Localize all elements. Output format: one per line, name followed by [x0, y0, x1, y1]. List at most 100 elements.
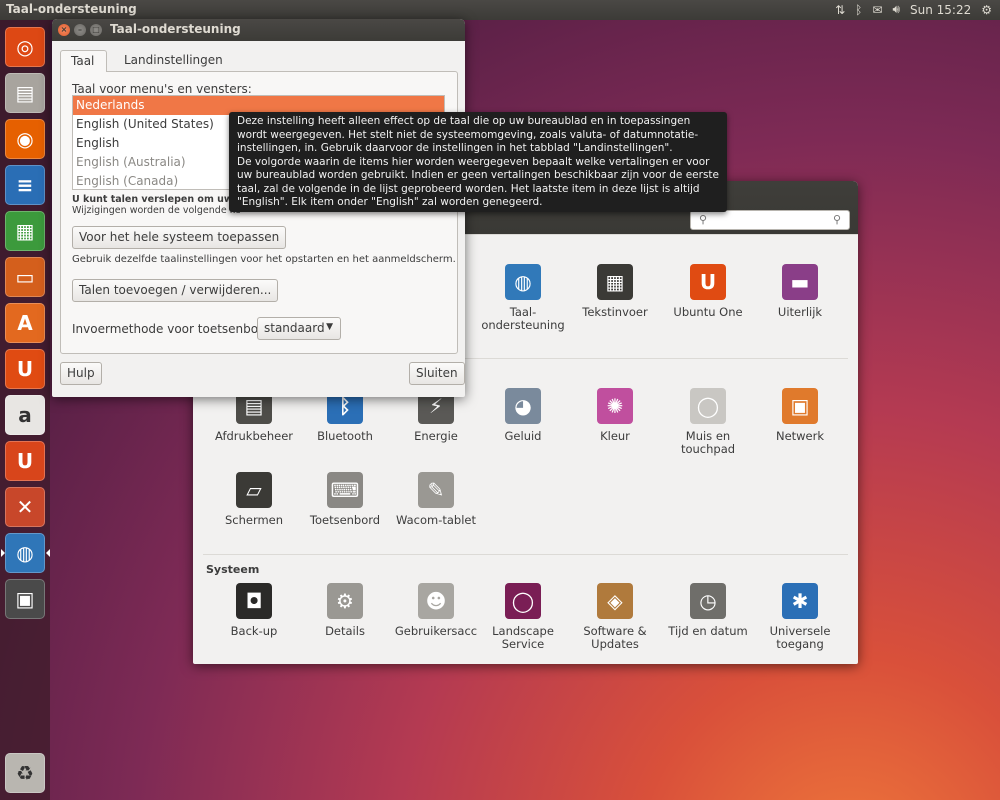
window-titlebar[interactable]: × – □ Taal-ondersteuning [52, 19, 465, 41]
settings-item-universele[interactable]: ✱ Universele toegang [755, 583, 845, 651]
bluetooth-icon[interactable]: ᛒ [855, 3, 862, 17]
settings-item-wacom[interactable]: ✎ Wacom-tablet [391, 472, 481, 527]
ubuntu-one-music-icon[interactable]: U [5, 441, 45, 481]
settings-item-landscape[interactable]: ◯ Landscape Service [478, 583, 568, 651]
impress-icon[interactable]: ▭ [5, 257, 45, 297]
settings-item-ubuntu-one[interactable]: U Ubuntu One [663, 264, 753, 319]
settings-item-label: Afdrukbeheer [214, 429, 294, 443]
clock[interactable]: Sun 15:22 [910, 3, 971, 17]
language-support-icon[interactable]: ◍ [5, 533, 45, 573]
focused-indicator [46, 549, 50, 557]
dash-home-icon[interactable]: ◎ [5, 27, 45, 67]
amazon-icon[interactable]: a [5, 395, 45, 435]
settings-item-label: Geluid [504, 429, 542, 443]
settings-item-label: Energie [414, 429, 458, 443]
settings-item-details[interactable]: ⚙ Details [300, 583, 390, 638]
settings-item-label: Kleur [600, 429, 630, 443]
settings-search-input[interactable]: ⚲ ⚲ [690, 210, 850, 230]
settings-item-label: Back-up [230, 624, 278, 638]
tab-taal[interactable]: Taal [60, 50, 107, 72]
taal-ondersteuning-icon: ◍ [505, 264, 541, 300]
drag-hint: U kunt talen verslepen om uw voor [72, 194, 232, 205]
window-close-button[interactable]: × [58, 24, 70, 36]
system-settings-icon[interactable]: ✕ [5, 487, 45, 527]
firefox-icon[interactable]: ◉ [5, 119, 45, 159]
netwerk-icon: ▣ [782, 388, 818, 424]
tekstinvoer-icon: ▦ [597, 264, 633, 300]
language-order-tooltip: Deze instelling heeft alleen effect op d… [229, 112, 727, 212]
window-title: Taal-ondersteuning [110, 22, 241, 36]
settings-item-label: Ubuntu One [673, 305, 743, 319]
schermen-icon: ▱ [236, 472, 272, 508]
add-remove-languages-button[interactable]: Talen toevoegen / verwijderen... [72, 279, 279, 302]
kleur-icon: ✺ [597, 388, 633, 424]
settings-item-label: Tekstinvoer [582, 305, 648, 319]
settings-item-label: Uiterlijk [777, 305, 823, 319]
settings-item-tekstinvoer[interactable]: ▦ Tekstinvoer [570, 264, 660, 319]
volume-icon[interactable]: 🔊︎ [892, 2, 900, 17]
section-title-systeem: Systeem [206, 563, 260, 576]
settings-item-label: Toetsenbord [309, 513, 381, 527]
search-icon[interactable]: ⚲ [833, 213, 841, 226]
software-center-icon[interactable]: A [5, 303, 45, 343]
search-icon: ⚲ [699, 213, 708, 226]
indicator-area: ⇅ ᛒ ✉ 🔊︎ Sun 15:22 ⚙ [835, 2, 992, 17]
settings-item-tijd[interactable]: ◷ Tijd en datum [663, 583, 753, 638]
details-icon: ⚙ [327, 583, 363, 619]
mail-icon[interactable]: ✉ [872, 3, 882, 17]
settings-item-geluid[interactable]: ◕ Geluid [478, 388, 568, 443]
top-panel: Taal-ondersteuning ⇅ ᛒ ✉ 🔊︎ Sun 15:22 ⚙ [0, 0, 1000, 20]
running-indicator [1, 549, 5, 557]
settings-item-label: Universele toegang [769, 624, 831, 651]
input-method-select[interactable]: standaard ▼ [257, 317, 341, 340]
backup-icon[interactable]: ▣ [5, 579, 45, 619]
settings-item-label: Gebruikersacc [394, 624, 478, 638]
settings-item-label: Bluetooth [317, 429, 373, 443]
window-minimize-button[interactable]: – [74, 24, 86, 36]
network-arrows-icon[interactable]: ⇅ [835, 3, 845, 17]
settings-item-software-updates[interactable]: ◈ Software & Updates [570, 583, 660, 651]
geluid-icon: ◕ [505, 388, 541, 424]
section-divider [203, 554, 848, 555]
settings-item-muis[interactable]: ◯ Muis en touchpad [663, 388, 753, 456]
help-button[interactable]: Hulp [60, 362, 102, 385]
toetsenbord-icon: ⌨ [327, 472, 363, 508]
window-maximize-button[interactable]: □ [90, 24, 102, 36]
launcher: ◎ ▤ ◉ ≡ ▦ ▭ A Ua U ✕ ◍ ▣ ♻ [0, 20, 50, 800]
muis-icon: ◯ [690, 388, 726, 424]
settings-item-back-up[interactable]: ◘ Back-up [209, 583, 299, 638]
settings-item-label: Netwerk [775, 429, 825, 443]
settings-item-toetsenbord[interactable]: ⌨ Toetsenbord [300, 472, 390, 527]
settings-item-taal-ondersteuning[interactable]: ◍ Taal- ondersteuning [478, 264, 568, 332]
settings-item-schermen[interactable]: ▱ Schermen [209, 472, 299, 527]
settings-item-label: Details [325, 624, 365, 638]
ubuntu-one-icon: U [690, 264, 726, 300]
uiterlijk-icon: ▬ [782, 264, 818, 300]
calc-icon[interactable]: ▦ [5, 211, 45, 251]
files-icon[interactable]: ▤ [5, 73, 45, 113]
trash-icon[interactable]: ♻ [5, 753, 45, 793]
power-icon[interactable]: ⚙ [981, 3, 992, 17]
tooltip-paragraph-1: Deze instelling heeft alleen effect op d… [237, 115, 699, 154]
input-method-label: Invoermethode voor toetsenbord: [72, 322, 275, 336]
settings-item-netwerk[interactable]: ▣ Netwerk [755, 388, 845, 443]
chevron-down-icon: ▼ [326, 322, 333, 332]
close-button[interactable]: Sluiten [409, 362, 465, 385]
wacom-icon: ✎ [418, 472, 454, 508]
settings-item-uiterlijk[interactable]: ▬ Uiterlijk [755, 264, 845, 319]
settings-item-label: Tijd en datum [668, 624, 748, 638]
settings-item-gebruikers[interactable]: ☻ Gebruikersacc [391, 583, 481, 638]
landscape-icon: ◯ [505, 583, 541, 619]
apply-system-wide-button[interactable]: Voor het hele systeem toepassen [72, 226, 287, 249]
settings-item-label: Software & Updates [583, 624, 647, 651]
gebruikers-icon: ☻ [418, 583, 454, 619]
input-method-value: standaard [264, 321, 325, 335]
universele-icon: ✱ [782, 583, 818, 619]
settings-item-kleur[interactable]: ✺ Kleur [570, 388, 660, 443]
settings-item-label: Wacom-tablet [395, 513, 477, 527]
writer-icon[interactable]: ≡ [5, 165, 45, 205]
tijd-icon: ◷ [690, 583, 726, 619]
settings-item-label: Schermen [224, 513, 284, 527]
tab-landinstellingen[interactable]: Landinstellingen [114, 50, 223, 72]
ubuntu-one-icon[interactable]: U [5, 349, 45, 389]
